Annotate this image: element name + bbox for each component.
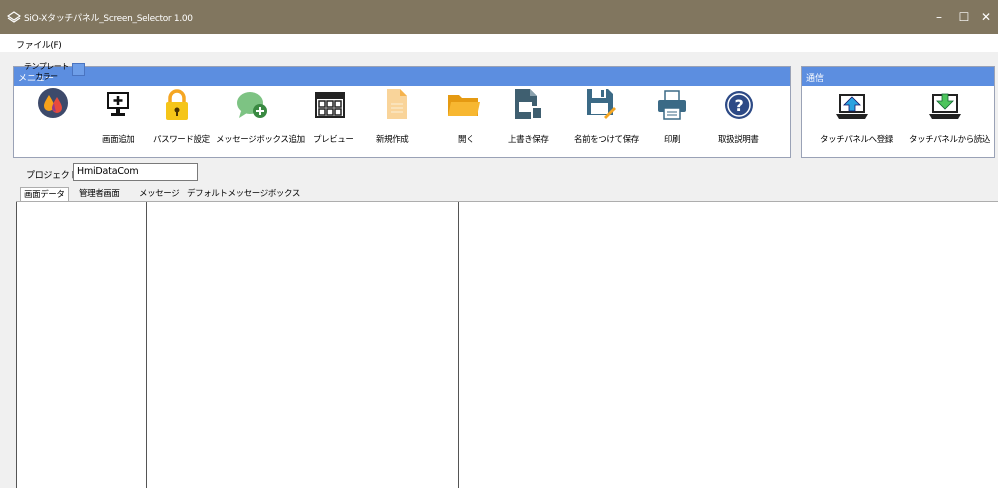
app-logo-icon <box>7 11 21 23</box>
overwrite-save-button[interactable] <box>514 88 544 120</box>
template-color-line1: テンプレート <box>24 62 69 71</box>
help-icon: ? <box>725 91 753 119</box>
download-laptop-icon <box>929 93 961 119</box>
save-as-label: 名前をつけて保存 <box>574 135 639 145</box>
print-label: 印刷 <box>664 135 681 145</box>
open-label: 開く <box>458 135 475 145</box>
project-name-input[interactable]: HmiDataCom <box>73 163 198 181</box>
pane-divider-1[interactable] <box>146 202 147 488</box>
save-as-icon <box>587 89 616 119</box>
menu-file[interactable]: ファイル(F) <box>16 38 62 51</box>
template-color-label: テンプレート カラー <box>24 62 69 82</box>
password-button[interactable] <box>163 89 191 121</box>
svg-text:?: ? <box>735 96 744 115</box>
tab-default-msgbox[interactable]: デフォルトメッセージボックス <box>184 187 303 201</box>
grid-preview-icon <box>315 92 345 118</box>
tab-admin-screen[interactable]: 管理者画面 <box>76 187 123 201</box>
title-bar: SiO-Xタッチパネル_Screen_Selector 1.00 – ☐ ✕ <box>0 0 998 34</box>
pane-divider-2[interactable] <box>458 202 459 488</box>
tab-screen-data[interactable]: 画面データ <box>20 187 69 201</box>
add-msgbox-button[interactable] <box>235 89 269 121</box>
left-border <box>16 202 17 488</box>
manual-button[interactable]: ? <box>724 90 754 120</box>
add-screen-label: 画面追加 <box>102 135 135 145</box>
new-button[interactable] <box>386 88 408 120</box>
new-label: 新規作成 <box>376 135 409 145</box>
register-button[interactable] <box>835 92 869 120</box>
open-button[interactable] <box>447 92 481 118</box>
chat-plus-icon <box>237 92 267 118</box>
printer-icon <box>658 90 686 120</box>
preview-button[interactable] <box>315 92 345 118</box>
save-file-icon <box>515 89 543 119</box>
comm-panel-header: 通信 <box>802 67 994 86</box>
new-document-icon <box>387 89 407 119</box>
close-button[interactable]: ✕ <box>966 0 998 34</box>
template-color-swatch[interactable] <box>72 63 85 76</box>
preview-label: プレビュー <box>313 135 354 145</box>
add-screen-button[interactable] <box>104 89 132 119</box>
folder-icon <box>448 95 480 116</box>
password-label: パスワード設定 <box>153 135 210 145</box>
overwrite-save-label: 上書き保存 <box>508 135 549 145</box>
tab-message[interactable]: メッセージ <box>136 187 182 201</box>
save-as-button[interactable] <box>586 88 616 120</box>
monitor-plus-icon <box>107 92 129 116</box>
template-color-icon[interactable] <box>37 87 69 119</box>
template-color-line2: カラー <box>35 72 58 81</box>
upload-laptop-icon <box>836 94 868 119</box>
register-label: タッチパネルへ登録 <box>820 135 893 145</box>
window-title: SiO-Xタッチパネル_Screen_Selector 1.00 <box>24 14 193 24</box>
comm-panel-title: 通信 <box>806 74 825 84</box>
lock-icon <box>166 89 188 120</box>
content-area <box>16 201 998 488</box>
add-msgbox-label: メッセージボックス追加 <box>216 135 305 145</box>
read-button[interactable] <box>928 92 962 120</box>
read-label: タッチパネルから読込 <box>909 135 991 145</box>
menu-bar: ファイル(F) <box>0 34 998 52</box>
manual-label: 取扱説明書 <box>718 135 759 145</box>
print-button[interactable] <box>657 90 687 120</box>
menu-panel-header: メニュー <box>14 67 790 86</box>
